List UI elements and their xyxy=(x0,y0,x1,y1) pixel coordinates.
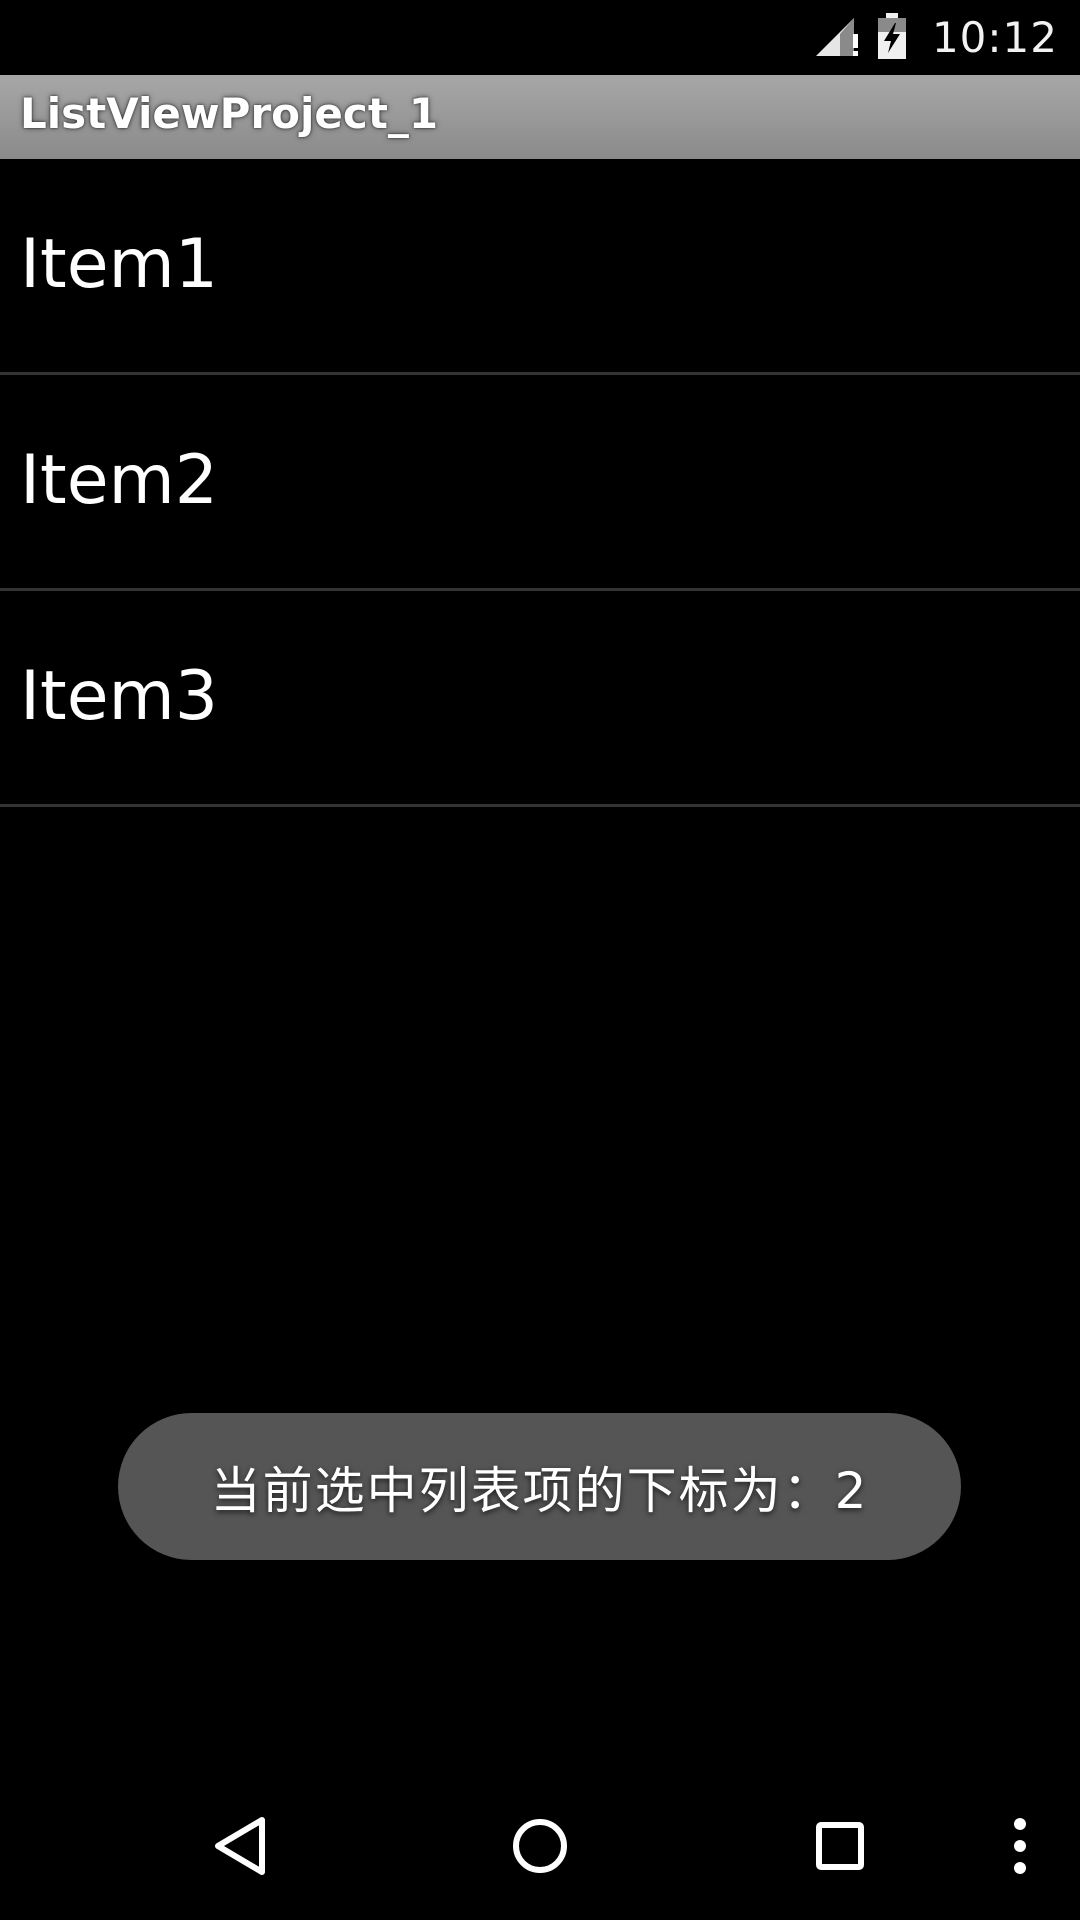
status-bar: 10:12 xyxy=(0,0,1080,75)
toast-message: 当前选中列表项的下标为：2 xyxy=(210,1461,869,1520)
overflow-menu-button[interactable] xyxy=(990,1776,1050,1920)
back-button[interactable] xyxy=(180,1776,300,1920)
home-icon xyxy=(511,1817,569,1879)
battery-charging-icon xyxy=(876,12,908,63)
status-time: 10:12 xyxy=(931,13,1058,62)
navigation-bar xyxy=(0,1776,1080,1920)
toast: 当前选中列表项的下标为：2 xyxy=(118,1413,961,1560)
overflow-menu-icon xyxy=(1012,1816,1028,1880)
list-item[interactable]: Item1 xyxy=(0,159,1080,375)
back-icon xyxy=(212,1816,268,1880)
home-button[interactable] xyxy=(480,1776,600,1920)
app-title: ListViewProject_1 xyxy=(20,89,439,138)
action-bar: ListViewProject_1 xyxy=(0,75,1080,159)
list-item[interactable]: Item2 xyxy=(0,375,1080,591)
signal-no-data-icon xyxy=(814,14,862,62)
list-item[interactable]: Item3 xyxy=(0,591,1080,807)
status-icons: 10:12 xyxy=(814,0,1058,75)
list-item-label: Item1 xyxy=(20,225,219,304)
list-view[interactable]: Item1 Item2 Item3 xyxy=(0,159,1080,807)
list-item-label: Item2 xyxy=(20,441,219,520)
recents-icon xyxy=(815,1821,865,1875)
list-item-label: Item3 xyxy=(20,657,219,736)
recents-button[interactable] xyxy=(780,1776,900,1920)
